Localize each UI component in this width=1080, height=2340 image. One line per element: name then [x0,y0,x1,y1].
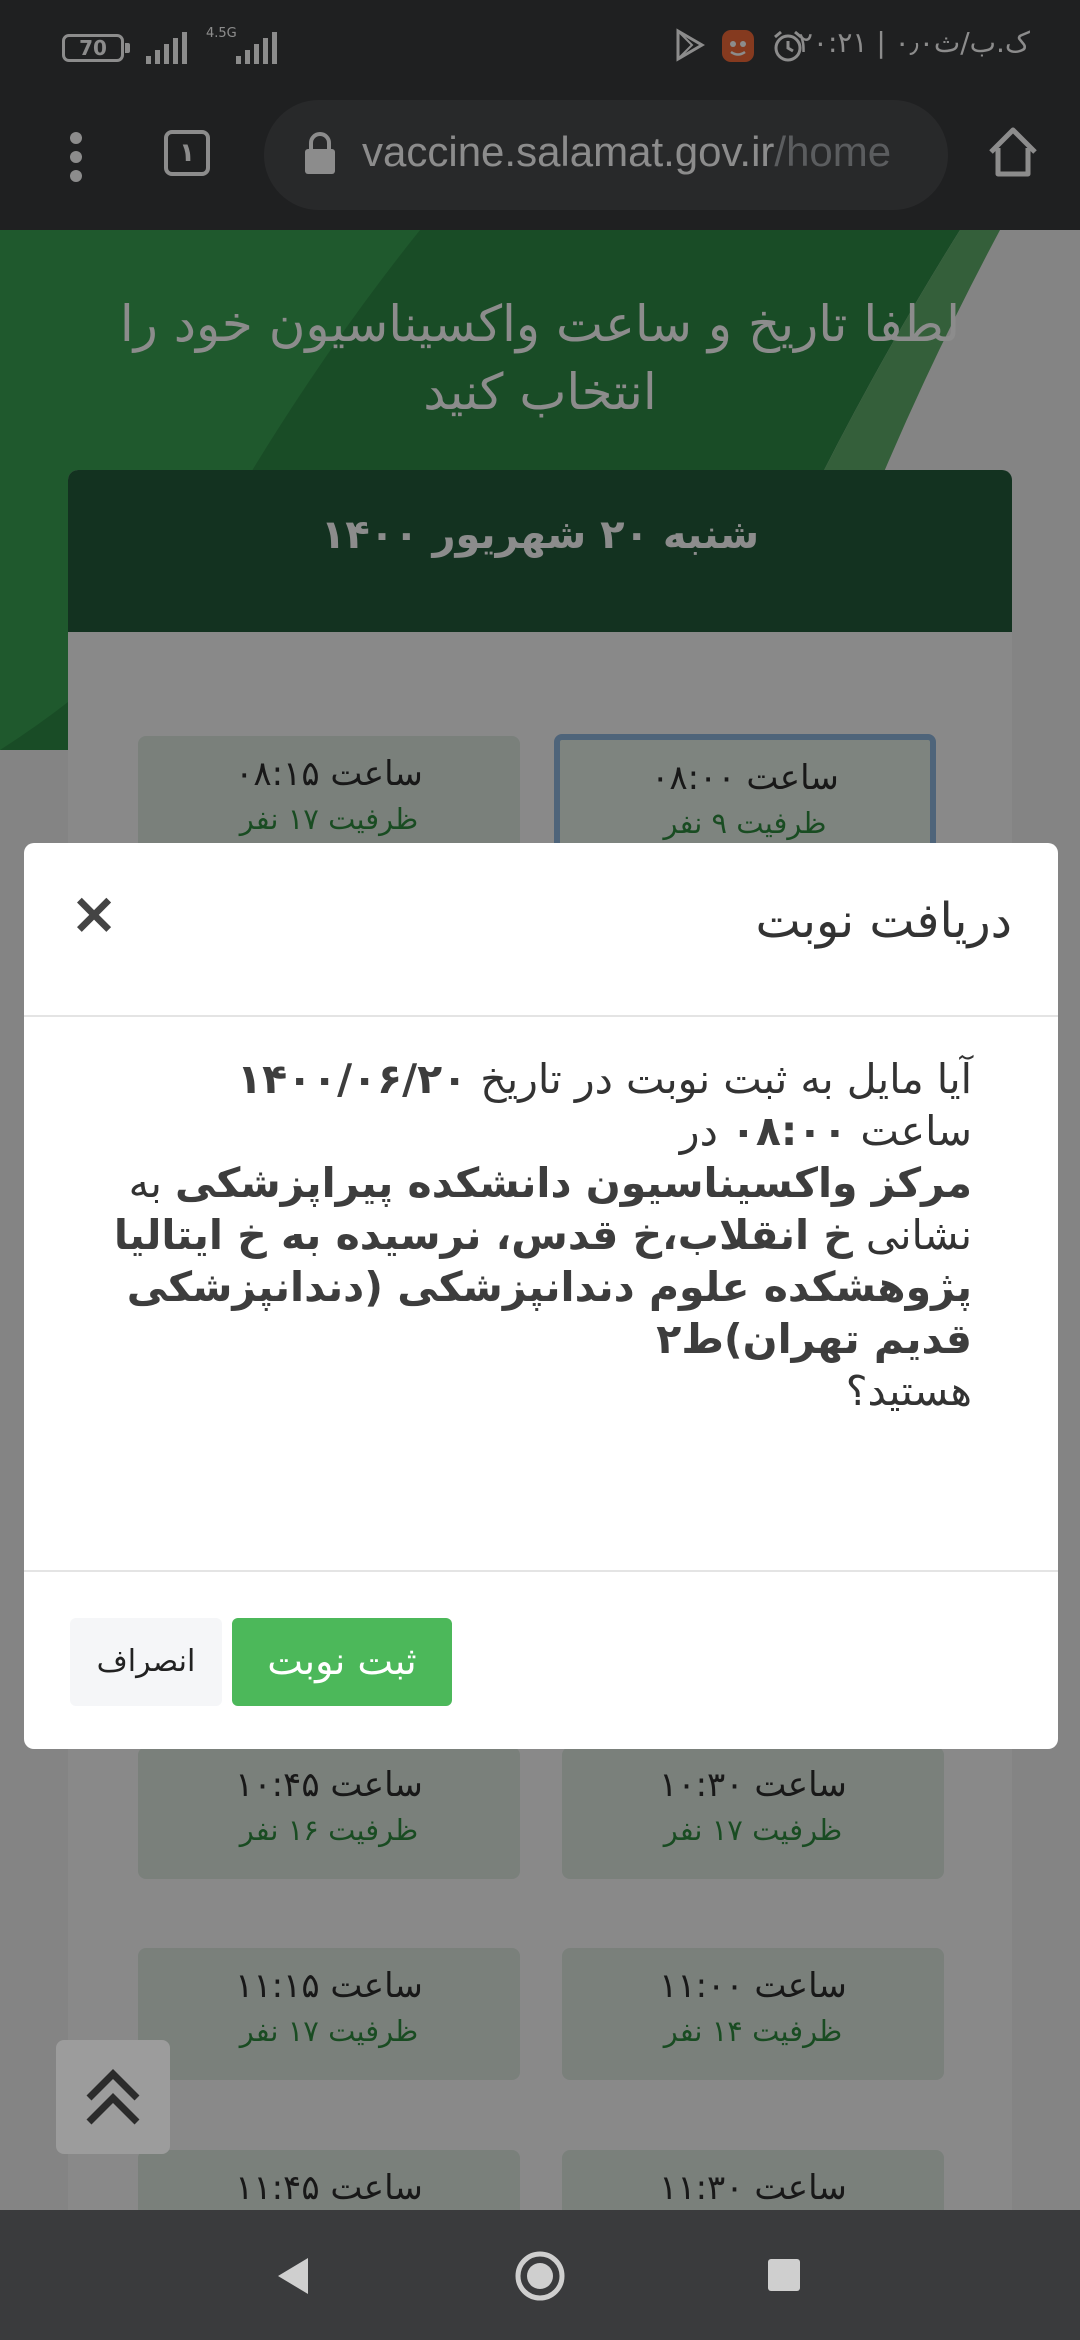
home-circle-icon[interactable] [514,2250,566,2302]
appointment-date: ۱۴۰۰/۰۶/۲۰ [237,1055,468,1103]
cancel-button[interactable]: انصراف [70,1618,222,1706]
location-preposition: در [679,1107,718,1155]
center-address: خ انقلاب،خ قدس، نرسیده به خ ایتالیا پژوه… [113,1211,972,1363]
dialog-header: دریافت نوبت × [24,843,1058,1017]
back-icon[interactable] [272,2254,312,2298]
dialog-body: آیا مایل به ثبت نوبت در تاریخ ۱۴۰۰/۰۶/۲۰… [92,1053,972,1417]
question-text: آیا مایل به ثبت نوبت در تاریخ [480,1055,972,1103]
double-chevron-up-icon [86,2069,140,2125]
dialog-title: دریافت نوبت [755,893,1012,949]
close-icon[interactable]: × [64,883,124,943]
question-end: هستید؟ [845,1367,972,1415]
appointment-confirm-dialog: دریافت نوبت × آیا مایل به ثبت نوبت در تا… [24,843,1058,1749]
appointment-time: ۰۸:۰۰ [730,1107,848,1155]
recents-icon[interactable] [766,2257,802,2293]
center-name: مرکز واکسیناسیون دانشکده پیراپزشکی [175,1159,972,1207]
time-label: ساعت [860,1107,972,1155]
dialog-footer: ثبت نوبت انصراف [24,1570,1058,1749]
confirm-appointment-button[interactable]: ثبت نوبت [232,1618,452,1706]
scroll-to-top-button[interactable] [56,2040,170,2154]
system-nav-bar [0,2210,1080,2340]
